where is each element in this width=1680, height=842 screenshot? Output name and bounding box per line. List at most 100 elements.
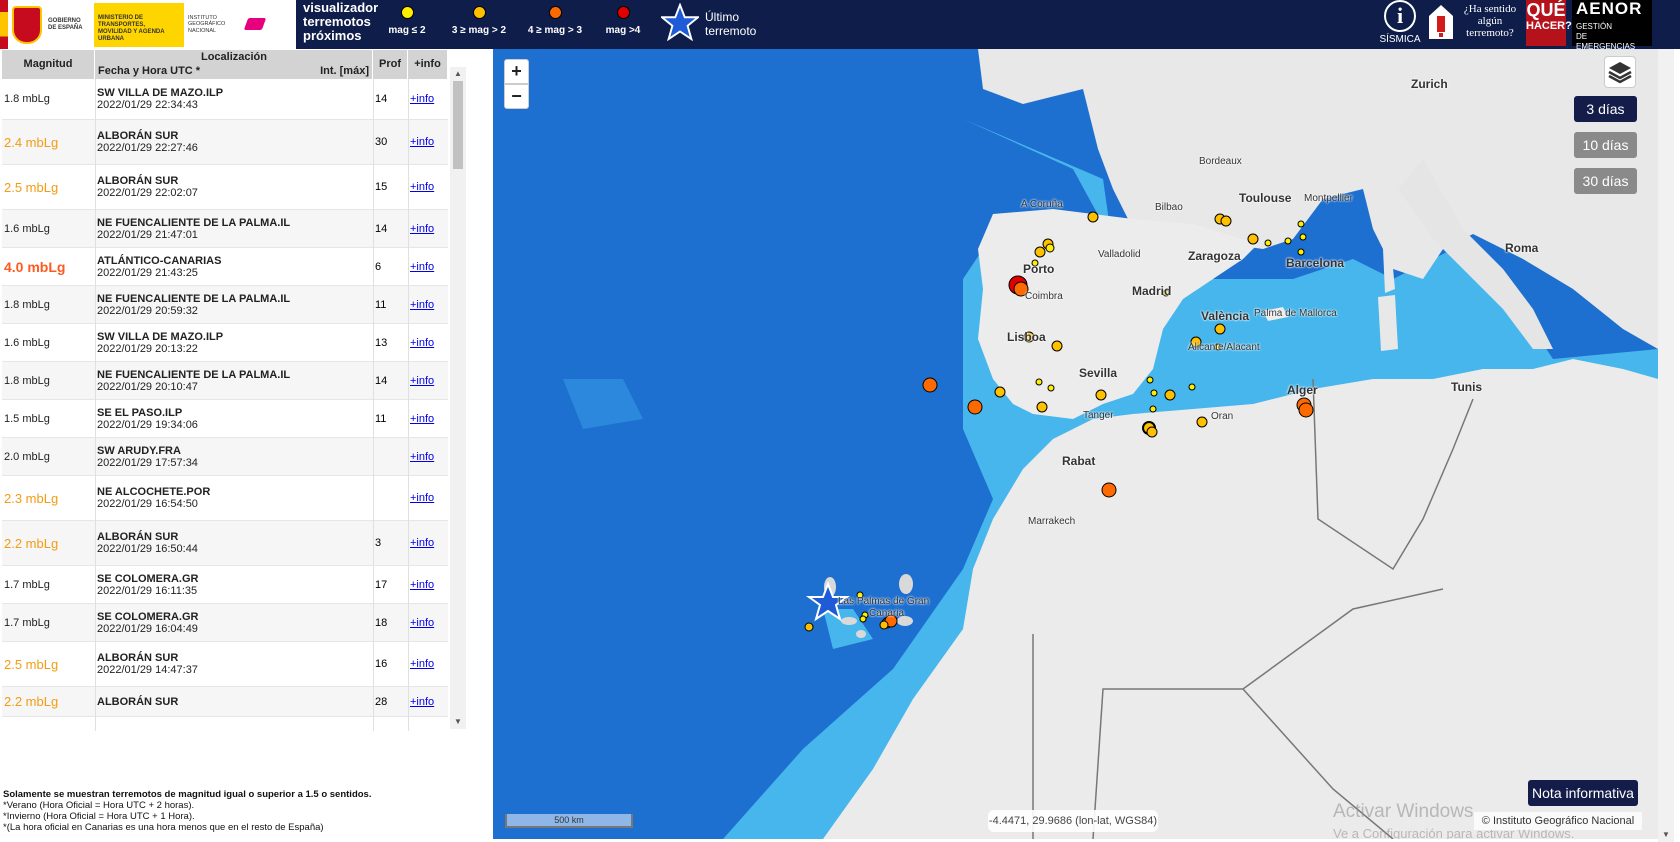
- legend-mag-3: 4 ≥ mag > 3: [522, 6, 588, 36]
- table-row[interactable]: 2.4 mbLg ALBORÁN SUR 2022/01/29 22:27:46 30…: [2, 120, 448, 165]
- earthquake-list-panel: Magnitud Localización Fecha y Hora UTC *…: [0, 49, 466, 731]
- magnitude-cell: 2.2 mbLg: [4, 694, 59, 709]
- depth-cell: 3: [375, 537, 382, 549]
- house-alert-icon: [1429, 5, 1453, 39]
- table-row[interactable]: 1.8 mbLg NE FUENCALIENTE DE LA PALMA.IL 20…: [2, 286, 448, 324]
- layers-icon: [1608, 62, 1632, 84]
- info-link-label[interactable]: +info: [410, 451, 434, 463]
- government-logos[interactable]: GOBIERNO DE ESPAÑA MINISTERIO DE TRANSPO…: [0, 0, 296, 49]
- earthquake-markers[interactable]: [493, 49, 1658, 839]
- info-link[interactable]: +info: [410, 566, 446, 603]
- table-row[interactable]: 2.2 mbLg ALBORÁN SUR 2022/01/29 16:50:44 3 +…: [2, 521, 448, 566]
- event-datetime: 2022/01/29 20:10:47: [97, 380, 198, 393]
- scroll-down-icon[interactable]: ▼: [1658, 828, 1674, 842]
- info-link[interactable]: +info: [410, 521, 446, 565]
- scroll-thumb[interactable]: [453, 81, 463, 169]
- info-link[interactable]: +info: [410, 687, 446, 716]
- table-row[interactable]: 2.5 mbLg ALBORÁN SUR 2022/01/29 22:02:07 15…: [2, 165, 448, 210]
- table-row[interactable]: 1.8 mbLg NE FUENCALIENTE DE LA PALMA.IL 20…: [2, 362, 448, 400]
- table-row[interactable]: 1.6 mbLg SW VILLA DE MAZO.ILP 2022/01/29 2…: [2, 324, 448, 362]
- list-scrollbar[interactable]: ▲ ▼: [450, 67, 466, 729]
- aenor-logo[interactable]: AENOR GESTIÓN DE EMERGENCIAS: [1572, 0, 1652, 51]
- yellow-dot-icon: [400, 6, 414, 19]
- page-scrollbar[interactable]: ▼: [1658, 49, 1674, 842]
- legend-mag-1: mag ≤ 2: [387, 6, 427, 36]
- info-link-label[interactable]: +info: [410, 617, 434, 629]
- info-link-label[interactable]: +info: [410, 696, 434, 708]
- place-name: ALBORÁN SUR: [97, 652, 179, 664]
- table-row[interactable]: 2.3 mbLg NE ALCOCHETE.POR 2022/01/29 16:54…: [2, 476, 448, 521]
- info-link-label[interactable]: +info: [410, 492, 434, 504]
- scroll-up-icon[interactable]: ▲: [450, 67, 466, 81]
- info-link[interactable]: +info: [410, 362, 446, 399]
- map-label-las-palmas: Las Palmas de Gran: [838, 596, 930, 607]
- location-cell: NE ALCOCHETE.POR 2022/01/29 16:54:50: [97, 476, 372, 520]
- map-label-valladolid: Valladolid: [1098, 249, 1141, 260]
- info-link-label[interactable]: +info: [410, 337, 434, 349]
- earthquake-map[interactable]: Zurich Bordeaux A Coruña Bilbao Toulouse…: [493, 49, 1658, 839]
- info-link[interactable]: +info: [410, 165, 446, 209]
- info-link[interactable]: +info: [410, 248, 446, 285]
- table-row[interactable]: 1.7 mbLg SE COLOMERA.GR 2022/01/29 16:04:4…: [2, 604, 448, 642]
- info-link-label[interactable]: +info: [410, 579, 434, 591]
- aenor-subtitle: GESTIÓN DE EMERGENCIAS: [1576, 22, 1636, 51]
- info-link-label[interactable]: +info: [410, 223, 434, 235]
- info-link-label[interactable]: +info: [410, 299, 434, 311]
- info-link-label[interactable]: +info: [410, 537, 434, 549]
- table-row[interactable]: 2.2 mbLg ALBORÁN SUR 28 +info: [2, 687, 448, 717]
- header-depth[interactable]: Prof: [373, 50, 408, 79]
- event-datetime: 2022/01/29 16:50:44: [97, 543, 198, 555]
- info-link[interactable]: +info: [410, 438, 446, 475]
- days-10-button[interactable]: 10 días: [1574, 132, 1637, 158]
- info-link[interactable]: +info: [410, 642, 446, 686]
- info-link[interactable]: +info: [410, 604, 446, 641]
- depth-cell: [375, 476, 405, 520]
- table-row[interactable]: 2.0 mbLg SW ARUDY.FRA 2022/01/29 17:57:34 +…: [2, 438, 448, 476]
- event-datetime: 2022/01/29 22:02:07: [97, 187, 198, 199]
- depth-cell: 11: [375, 298, 387, 311]
- info-link[interactable]: +info: [410, 120, 446, 164]
- magnitude-cell: 2.5 mbLg: [4, 656, 59, 672]
- zoom-out-button[interactable]: −: [504, 84, 529, 109]
- legend-label: 4 ≥ mag > 3: [527, 25, 583, 36]
- table-row[interactable]: 2.5 mbLg ALBORÁN SUR 2022/01/29 14:47:37 16…: [2, 642, 448, 687]
- table-row[interactable]: 1.6 mbLg NE FUENCALIENTE DE LA PALMA.IL 20…: [2, 210, 448, 248]
- info-link[interactable]: +info: [410, 324, 446, 361]
- table-row[interactable]: 4.0 mbLg ATLÁNTICO-CANARIAS 2022/01/29 21:…: [2, 248, 448, 286]
- que-hacer-button[interactable]: QUÉ HACER?: [1526, 0, 1572, 46]
- info-link[interactable]: +info: [410, 286, 446, 323]
- info-link-label[interactable]: +info: [410, 261, 434, 273]
- info-link-label[interactable]: +info: [410, 181, 434, 193]
- sismica-button[interactable]: i SÍSMICA: [1378, 0, 1422, 46]
- event-datetime: 2022/01/29 16:54:50: [97, 498, 198, 510]
- depth-cell: 6: [375, 260, 382, 273]
- scroll-down-icon[interactable]: ▼: [450, 715, 466, 729]
- legend-mag-4: mag >4: [598, 6, 648, 36]
- layers-button[interactable]: [1604, 56, 1636, 88]
- days-30-button[interactable]: 30 días: [1574, 168, 1637, 194]
- table-row[interactable]: 1.8 mbLg SW VILLA DE MAZO.ILP 2022/01/29 2…: [2, 79, 448, 120]
- info-link-label[interactable]: +info: [410, 658, 434, 670]
- magnitude-cell: 1.5 mbLg: [4, 412, 50, 425]
- info-link[interactable]: +info: [410, 79, 446, 119]
- header-magnitude[interactable]: Magnitud: [2, 50, 95, 79]
- event-datetime: 2022/01/29 19:34:06: [97, 418, 198, 431]
- info-link-label[interactable]: +info: [410, 375, 434, 387]
- magnitude-cell: 2.0 mbLg: [4, 450, 50, 463]
- days-3-button[interactable]: 3 días: [1574, 96, 1637, 122]
- place-name: NE FUENCALIENTE DE LA PALMA.IL: [97, 292, 291, 305]
- header-location[interactable]: Localización Fecha y Hora UTC * Int. [má…: [95, 50, 373, 79]
- table-row[interactable]: 1.5 mbLg SE EL PASO.ILP 2022/01/29 19:34:0…: [2, 400, 448, 438]
- location-cell: SW ARUDY.FRA 2022/01/29 17:57:34: [97, 438, 372, 475]
- note-magnitude: Solamente se muestran terremotos de magn…: [3, 789, 372, 800]
- info-link[interactable]: +info: [410, 476, 446, 520]
- table-row[interactable]: 1.7 mbLg SE COLOMERA.GR 2022/01/29 16:11:3…: [2, 566, 448, 604]
- info-link-label[interactable]: +info: [410, 93, 434, 105]
- felt-earthquake-button[interactable]: ¿Ha sentido algún terremoto?: [1428, 0, 1522, 46]
- nota-informativa-button[interactable]: Nota informativa: [1528, 780, 1638, 806]
- info-link-label[interactable]: +info: [410, 136, 434, 148]
- info-link[interactable]: +info: [410, 210, 446, 247]
- zoom-in-button[interactable]: +: [504, 59, 529, 84]
- info-link[interactable]: +info: [410, 400, 446, 437]
- info-link-label[interactable]: +info: [410, 413, 434, 425]
